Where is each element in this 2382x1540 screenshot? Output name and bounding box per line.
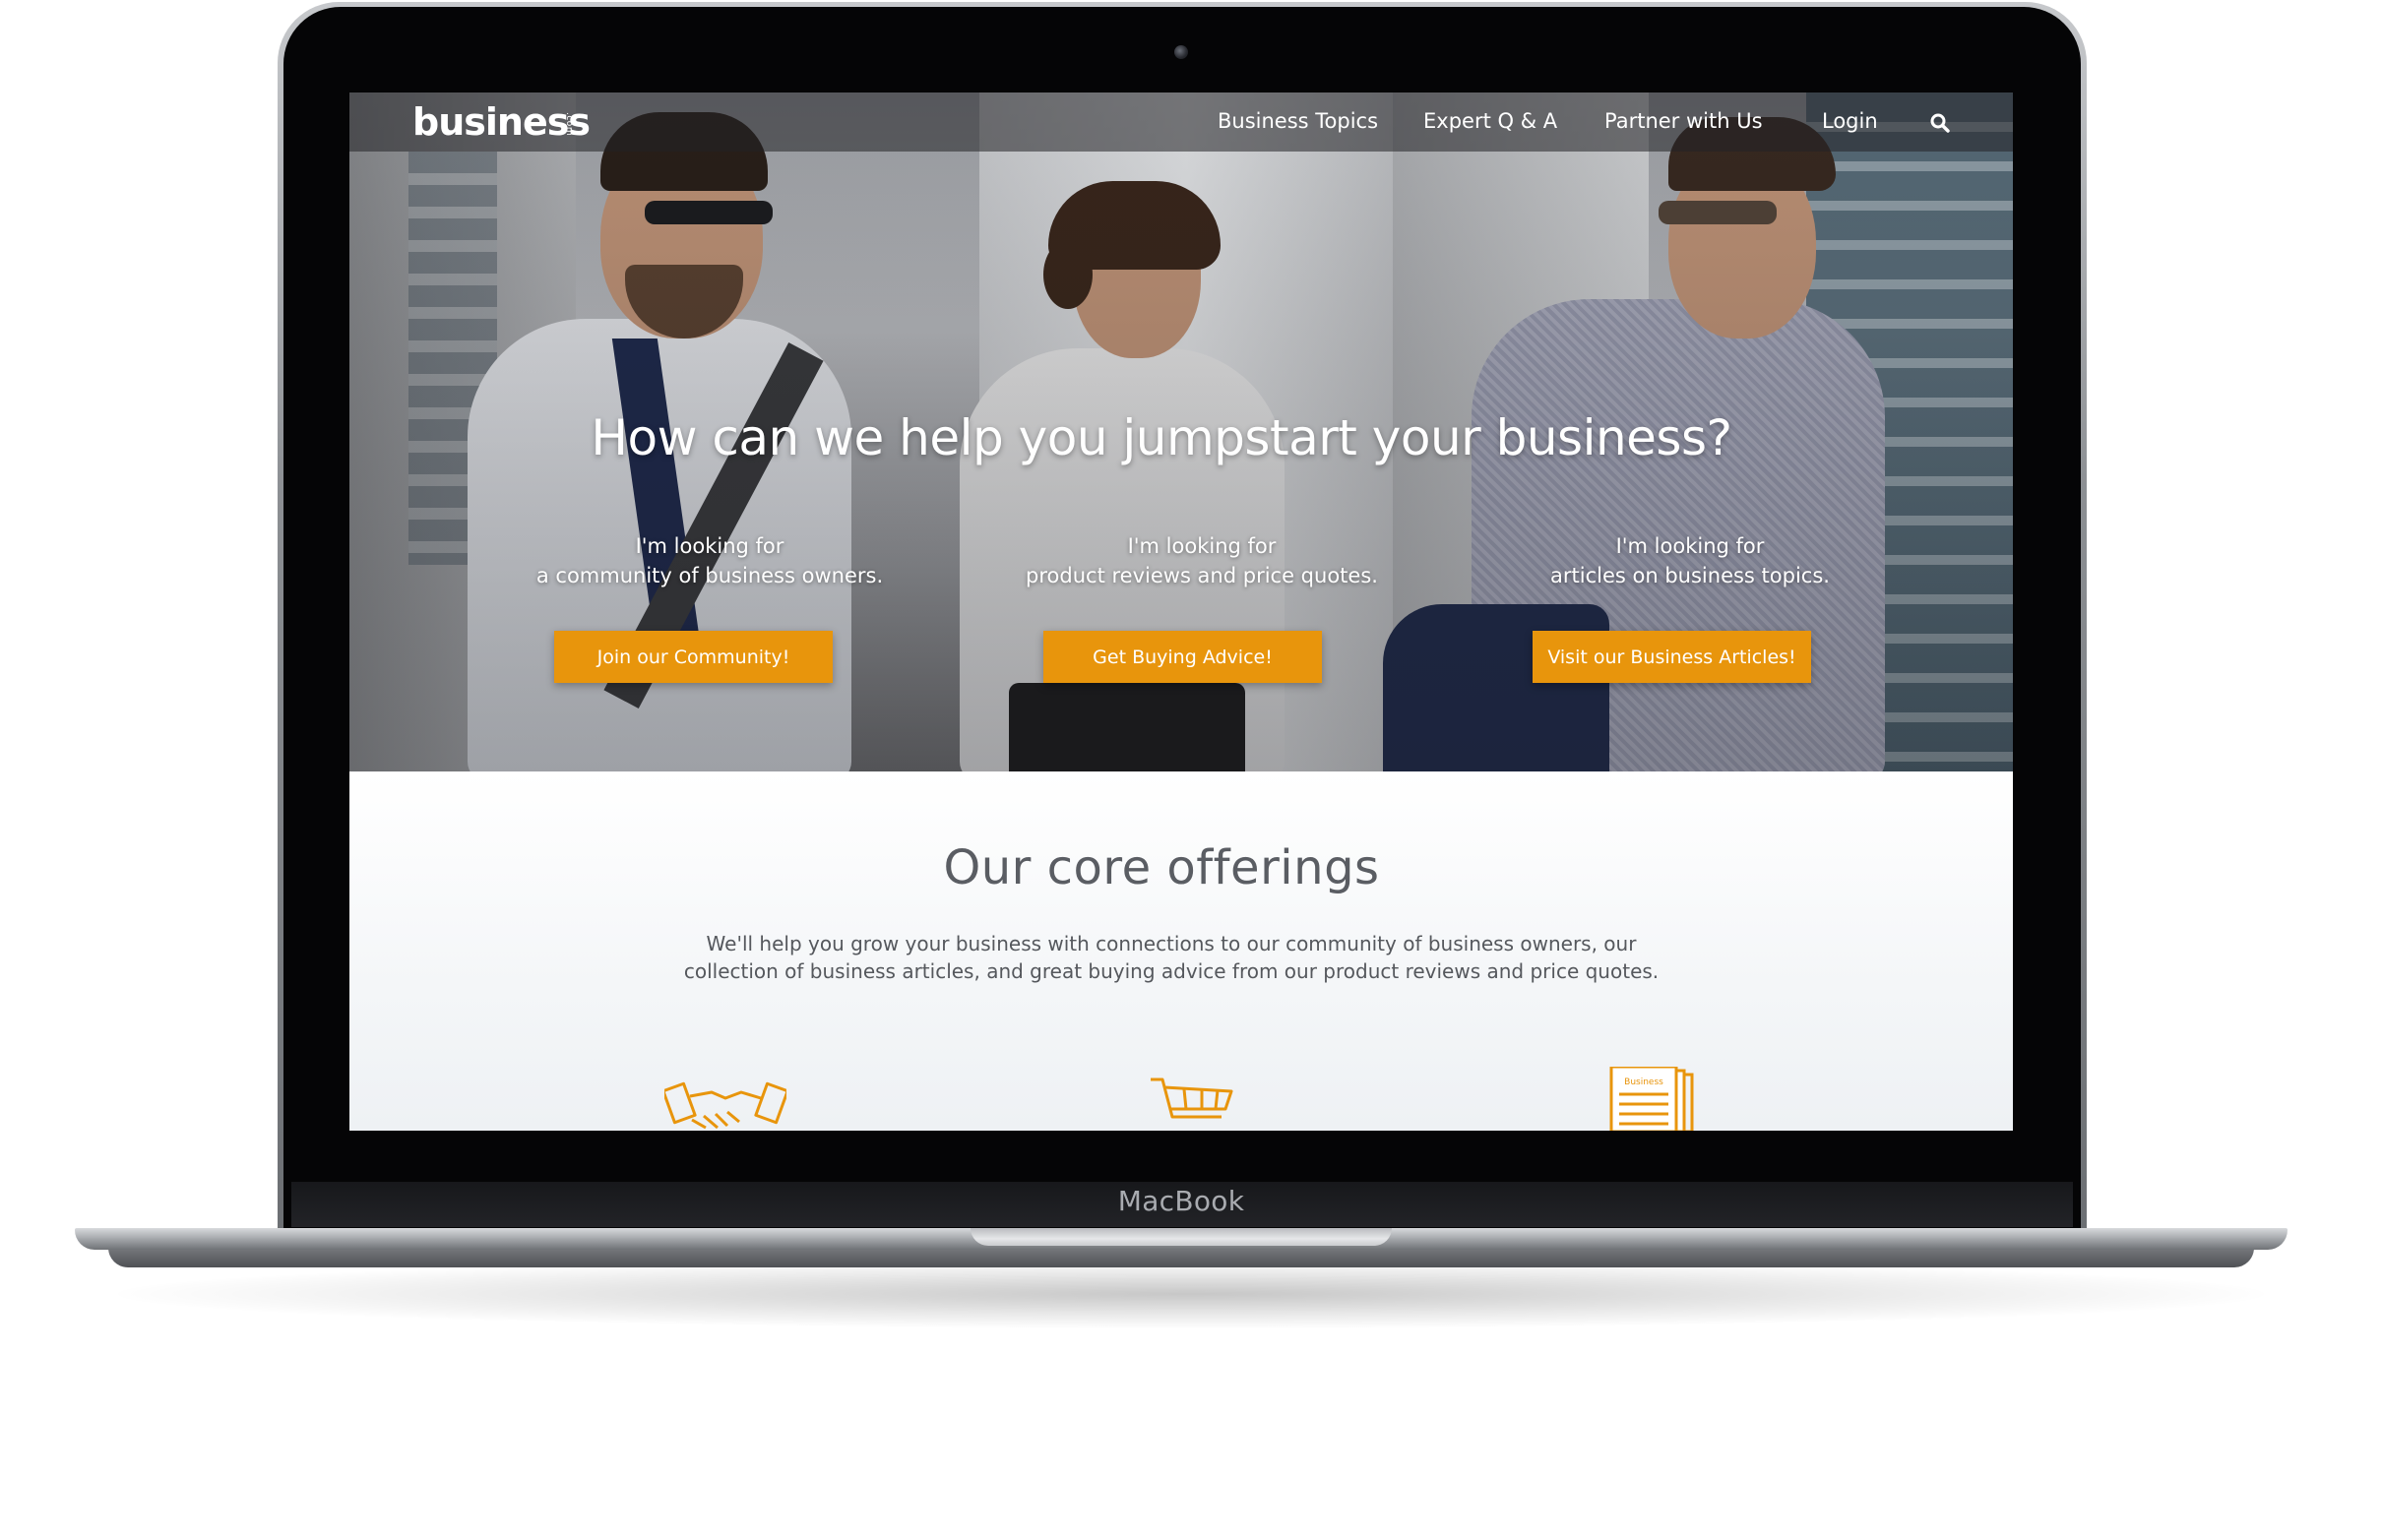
webcam-icon [1174, 45, 1188, 59]
column-intro-text: I'm looking for [1127, 534, 1277, 558]
device-label: MacBook [1117, 1185, 1245, 1217]
laptop-shadow [118, 1260, 2264, 1328]
handshake-icon [664, 1081, 786, 1130]
hero-column-buying-advice: I'm looking for product reviews and pric… [985, 531, 1418, 590]
core-offerings-section: Our core offerings We'll help you grow y… [349, 771, 2013, 1131]
nav-login[interactable]: Login [1822, 109, 1878, 133]
join-community-button[interactable]: Join our Community! [554, 631, 833, 683]
laptop-opening-notch [971, 1228, 1392, 1246]
newspaper-masthead: Business [1624, 1078, 1663, 1087]
nav-expert-qa[interactable]: Expert Q & A [1423, 109, 1557, 133]
hero-column-articles: I'm looking for articles on business top… [1473, 531, 1907, 590]
page: business .com Business Topics Expert Q &… [0, 0, 2382, 1540]
browser-viewport: business .com Business Topics Expert Q &… [349, 92, 2013, 1131]
get-buying-advice-button[interactable]: Get Buying Advice! [1043, 631, 1322, 683]
visit-business-articles-button[interactable]: Visit our Business Articles! [1533, 631, 1811, 683]
column-intro-text: I'm looking for [635, 534, 784, 558]
hero-column-community: I'm looking for a community of business … [493, 531, 926, 590]
column-description-text: product reviews and price quotes. [1026, 564, 1378, 587]
description-line: collection of business articles, and gre… [683, 959, 1660, 983]
column-intro-text: I'm looking for [1615, 534, 1765, 558]
newspaper-icon: Business [1609, 1067, 1694, 1131]
section-title: Our core offerings [943, 840, 1380, 895]
laptop-base-underside [108, 1248, 2254, 1267]
search-icon[interactable] [1929, 112, 1951, 134]
hero-headline: How can we help you jumpstart your busin… [591, 409, 1732, 466]
nav-partner-with-us[interactable]: Partner with Us [1604, 109, 1763, 133]
column-description-text: articles on business topics. [1550, 564, 1830, 587]
description-line: We'll help you grow your business with c… [706, 932, 1637, 955]
section-description: We'll help you grow your business with c… [664, 930, 1678, 985]
column-description-text: a community of business owners. [535, 564, 884, 587]
top-navigation: business .com Business Topics Expert Q &… [349, 92, 2013, 152]
site-logo[interactable]: business [412, 100, 591, 144]
logo-tld: .com [564, 112, 574, 137]
nav-business-topics[interactable]: Business Topics [1218, 109, 1378, 133]
hero-section: business .com Business Topics Expert Q &… [349, 92, 2013, 771]
shopping-cart-icon [1151, 1078, 1233, 1119]
